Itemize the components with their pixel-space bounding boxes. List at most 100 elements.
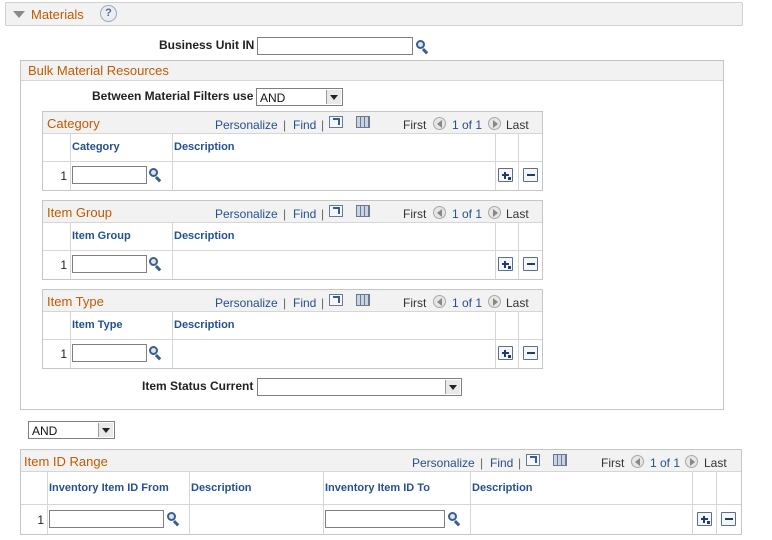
download-grid-icon[interactable] bbox=[553, 454, 567, 466]
materials-section-header[interactable]: Materials ? bbox=[5, 2, 743, 26]
category-col-header[interactable]: Category bbox=[72, 141, 120, 153]
previous-icon[interactable] bbox=[631, 455, 644, 468]
item-type-input[interactable] bbox=[72, 344, 147, 362]
chevron-down-icon[interactable] bbox=[445, 380, 460, 394]
next-icon[interactable] bbox=[488, 295, 501, 308]
previous-icon[interactable] bbox=[433, 295, 446, 308]
item-status-select[interactable] bbox=[257, 378, 462, 396]
item-id-from-lookup-icon[interactable] bbox=[167, 512, 181, 527]
delete-row-button[interactable] bbox=[721, 512, 736, 526]
business-unit-lookup-icon[interactable] bbox=[416, 40, 430, 55]
previous-icon[interactable] bbox=[433, 117, 446, 130]
next-icon[interactable] bbox=[685, 455, 698, 468]
view-all-icon[interactable] bbox=[329, 294, 343, 306]
category-grid: Category Personalize | Find | First 1 of… bbox=[42, 111, 543, 191]
chevron-down-icon[interactable] bbox=[98, 423, 113, 437]
separator: | bbox=[283, 207, 287, 221]
previous-icon[interactable] bbox=[433, 206, 446, 219]
separator: | bbox=[480, 456, 484, 470]
help-icon[interactable]: ? bbox=[100, 5, 117, 22]
category-lookup-icon[interactable] bbox=[149, 168, 163, 183]
next-icon[interactable] bbox=[488, 206, 501, 219]
find-link[interactable]: Find bbox=[490, 456, 513, 470]
separator: | bbox=[283, 118, 287, 132]
add-row-button[interactable] bbox=[697, 512, 712, 526]
item-id-range-title: Item ID Range bbox=[24, 454, 108, 469]
last-label: Last bbox=[506, 296, 529, 310]
add-row-button[interactable] bbox=[498, 168, 513, 182]
item-group-col-header[interactable]: Item Group bbox=[72, 230, 131, 242]
find-link[interactable]: Find bbox=[293, 118, 316, 132]
item-type-grid-title: Item Type bbox=[47, 294, 104, 309]
view-all-icon[interactable] bbox=[329, 116, 343, 128]
last-label: Last bbox=[506, 207, 529, 221]
item-id-range-grid: Item ID Range Personalize | Find | First… bbox=[20, 449, 742, 535]
item-type-col-header[interactable]: Item Type bbox=[72, 319, 123, 331]
item-group-input[interactable] bbox=[72, 255, 147, 273]
description-col-header: Description bbox=[174, 141, 235, 153]
find-link[interactable]: Find bbox=[293, 296, 316, 310]
row-number: 1 bbox=[60, 258, 67, 272]
view-all-icon[interactable] bbox=[526, 454, 540, 466]
item-group-grid: Item Group Personalize | Find | First 1 … bbox=[42, 200, 543, 280]
download-grid-icon[interactable] bbox=[356, 116, 370, 128]
delete-row-button[interactable] bbox=[523, 346, 538, 360]
category-input[interactable] bbox=[72, 166, 147, 184]
filters-label: Between Material Filters use bbox=[92, 89, 254, 103]
row-number: 1 bbox=[60, 169, 67, 183]
pager-link[interactable]: 1 of 1 bbox=[452, 118, 482, 132]
item-group-lookup-icon[interactable] bbox=[149, 257, 163, 272]
last-label: Last bbox=[704, 456, 727, 470]
separator: | bbox=[321, 207, 325, 221]
separator: | bbox=[321, 118, 325, 132]
row-number: 1 bbox=[60, 347, 67, 361]
bulk-group-title: Bulk Material Resources bbox=[28, 63, 169, 78]
pager-link[interactable]: 1 of 1 bbox=[452, 296, 482, 310]
row-number: 1 bbox=[37, 513, 44, 527]
last-label: Last bbox=[506, 118, 529, 132]
download-grid-icon[interactable] bbox=[356, 205, 370, 217]
separator: | bbox=[321, 296, 325, 310]
business-unit-input[interactable] bbox=[257, 37, 413, 55]
collapse-triangle-icon[interactable] bbox=[13, 11, 25, 18]
description-col-header: Description bbox=[472, 482, 533, 494]
pager-link[interactable]: 1 of 1 bbox=[650, 456, 680, 470]
item-id-from-col-header[interactable]: Inventory Item ID From bbox=[49, 482, 169, 494]
personalize-link[interactable]: Personalize bbox=[215, 296, 278, 310]
item-id-from-input[interactable] bbox=[49, 510, 164, 528]
category-grid-title: Category bbox=[47, 116, 100, 131]
first-label: First bbox=[403, 207, 427, 221]
delete-row-button[interactable] bbox=[523, 168, 538, 182]
description-col-header: Description bbox=[191, 482, 252, 494]
find-link[interactable]: Find bbox=[293, 207, 316, 221]
first-label: First bbox=[601, 456, 625, 470]
item-type-lookup-icon[interactable] bbox=[149, 346, 163, 361]
first-label: First bbox=[403, 118, 427, 132]
item-id-to-lookup-icon[interactable] bbox=[448, 512, 462, 527]
filters-select[interactable]: AND bbox=[256, 88, 343, 106]
next-icon[interactable] bbox=[488, 117, 501, 130]
description-col-header: Description bbox=[174, 230, 235, 242]
separator: | bbox=[518, 456, 522, 470]
separator: | bbox=[283, 296, 287, 310]
section-title[interactable]: Materials bbox=[31, 7, 84, 22]
personalize-link[interactable]: Personalize bbox=[215, 207, 278, 221]
item-id-to-col-header[interactable]: Inventory Item ID To bbox=[325, 482, 430, 494]
item-id-to-input[interactable] bbox=[325, 510, 445, 528]
item-group-grid-title: Item Group bbox=[47, 205, 113, 220]
item-status-label: Item Status Current bbox=[142, 379, 254, 393]
pager-link[interactable]: 1 of 1 bbox=[452, 207, 482, 221]
business-unit-label: Business Unit IN bbox=[159, 38, 255, 52]
description-col-header: Description bbox=[174, 319, 235, 331]
first-label: First bbox=[403, 296, 427, 310]
chevron-down-icon[interactable] bbox=[326, 90, 341, 104]
view-all-icon[interactable] bbox=[329, 205, 343, 217]
delete-row-button[interactable] bbox=[523, 257, 538, 271]
add-row-button[interactable] bbox=[498, 346, 513, 360]
item-type-grid: Item Type Personalize | Find | First 1 o… bbox=[42, 289, 543, 369]
personalize-link[interactable]: Personalize bbox=[412, 456, 475, 470]
download-grid-icon[interactable] bbox=[356, 294, 370, 306]
outer-logic-select[interactable]: AND bbox=[28, 421, 115, 439]
add-row-button[interactable] bbox=[498, 257, 513, 271]
personalize-link[interactable]: Personalize bbox=[215, 118, 278, 132]
